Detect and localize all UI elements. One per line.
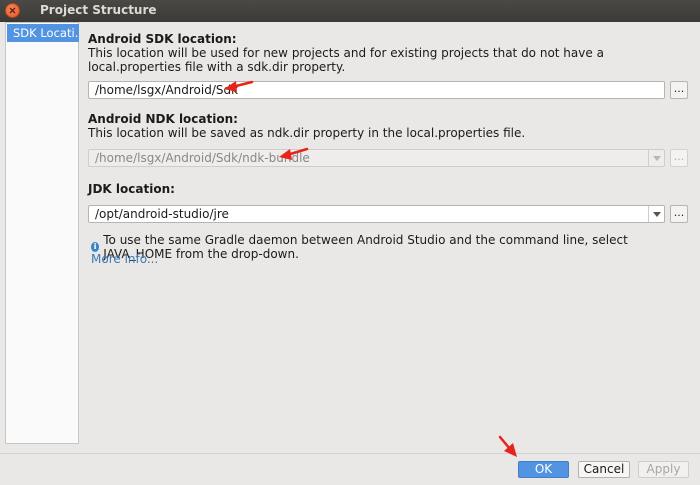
sidebar-item-sdk-location[interactable]: SDK Locati… [7, 24, 79, 42]
close-button[interactable] [5, 3, 20, 18]
annotation-arrow-icon [279, 147, 309, 160]
more-info-link[interactable]: More info... [91, 252, 158, 266]
window-title: Project Structure [40, 3, 157, 17]
sidebar: SDK Locati… [5, 22, 79, 444]
ok-button[interactable]: OK [518, 461, 569, 478]
jdk-heading: JDK location: [88, 182, 175, 196]
footer-divider [0, 453, 700, 454]
annotation-arrow-icon [498, 435, 517, 457]
sdk-description: This location will be used for new proje… [88, 46, 604, 74]
sdk-path-input[interactable]: /home/lsgx/Android/Sdk [88, 81, 665, 99]
sdk-browse-button[interactable]: ... [670, 81, 688, 99]
jdk-info-text: To use the same Gradle daemon between An… [103, 233, 628, 261]
cancel-button[interactable]: Cancel [578, 461, 630, 478]
chevron-down-icon [652, 211, 661, 217]
ndk-dropdown-button [648, 150, 664, 166]
close-icon [9, 7, 16, 14]
title-bar: Project Structure [0, 0, 700, 22]
apply-button: Apply [638, 461, 689, 478]
ndk-description: This location will be saved as ndk.dir p… [88, 126, 526, 140]
ndk-path-combo: /home/lsgx/Android/Sdk/ndk-bundle [88, 149, 665, 167]
ndk-heading: Android NDK location: [88, 112, 238, 126]
sdk-heading: Android SDK location: [88, 32, 237, 46]
jdk-dropdown-button[interactable] [648, 206, 664, 222]
ndk-browse-button: ... [670, 149, 688, 167]
sdk-path-text: /home/lsgx/Android/Sdk [95, 83, 239, 97]
jdk-path-combo[interactable]: /opt/android-studio/jre [88, 205, 665, 223]
chevron-down-icon [652, 155, 661, 161]
jdk-path-text: /opt/android-studio/jre [95, 207, 229, 221]
info-icon: i [91, 242, 100, 252]
annotation-arrow-icon [224, 80, 254, 92]
jdk-browse-button[interactable]: ... [670, 205, 688, 223]
jdk-info: i To use the same Gradle daemon between … [91, 233, 700, 261]
